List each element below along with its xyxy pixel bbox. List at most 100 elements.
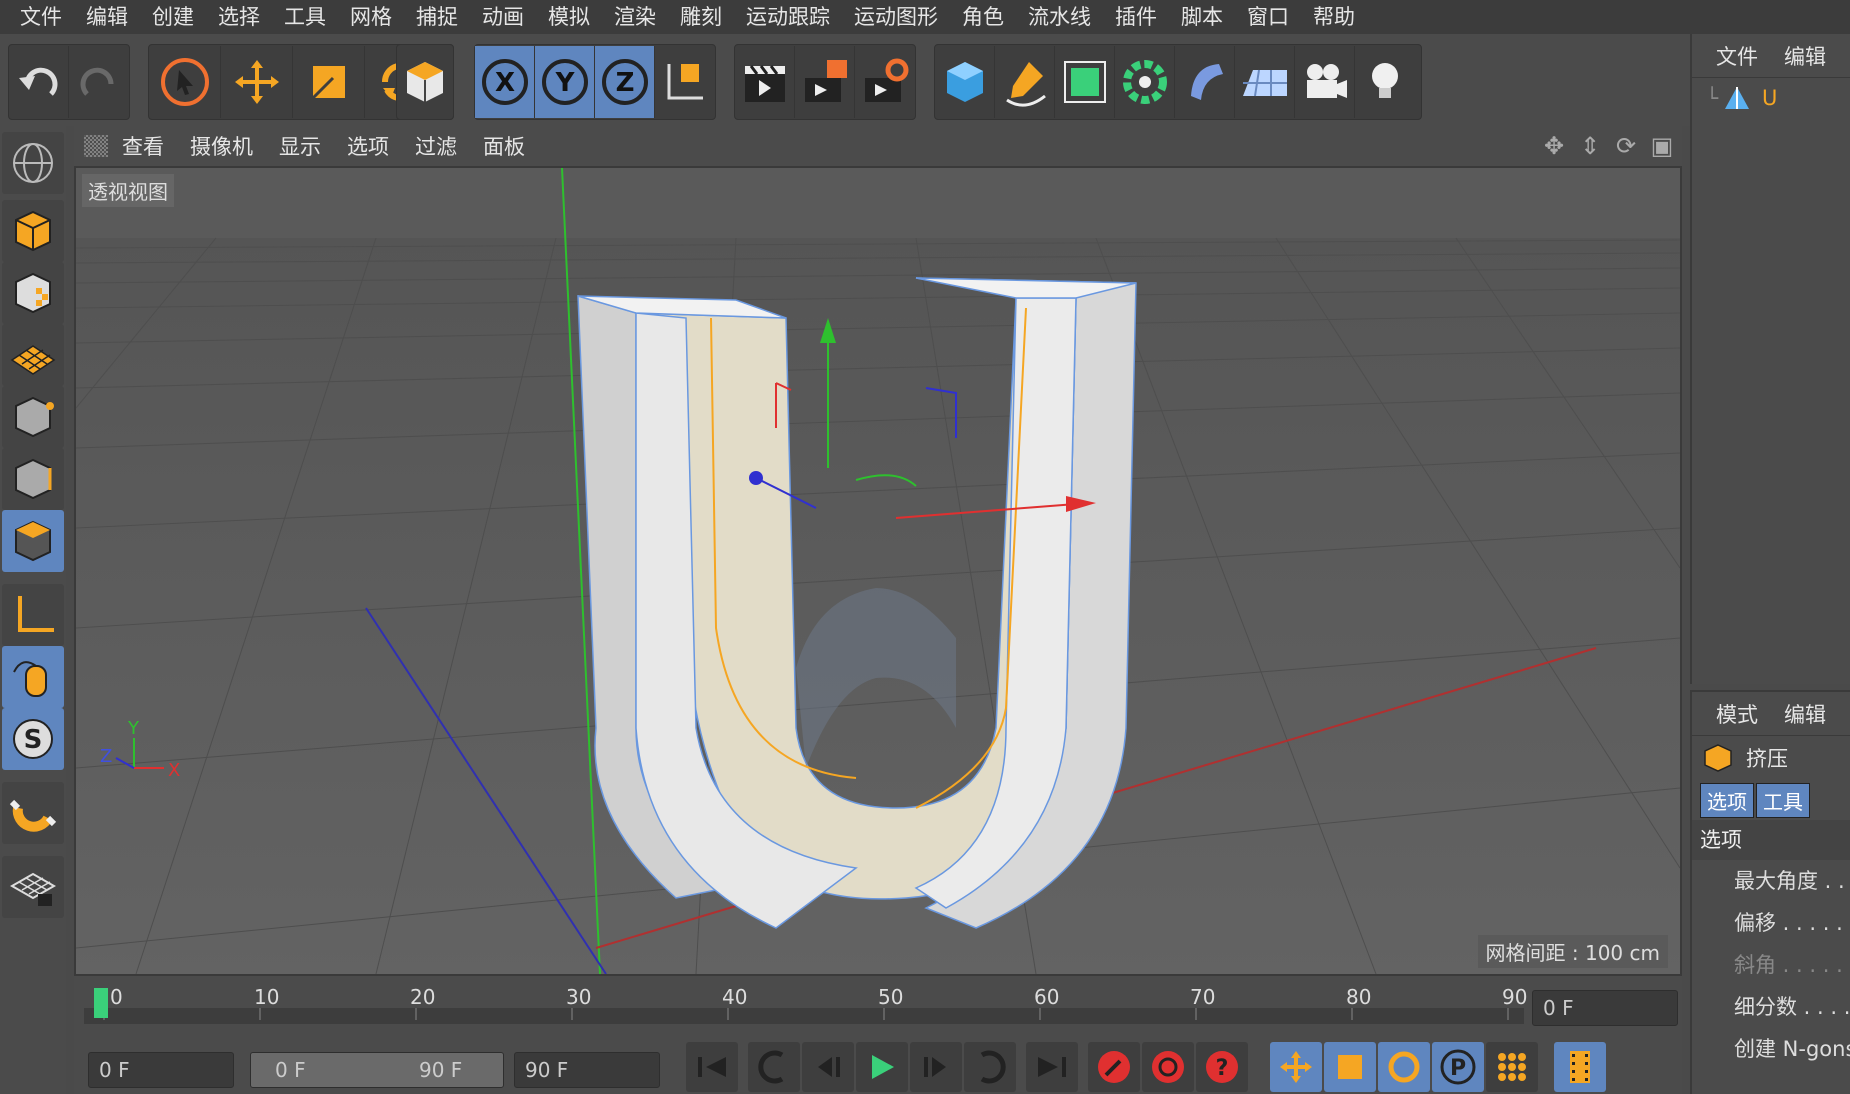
polygons-mode-button[interactable]	[2, 510, 64, 572]
previous-frame-button[interactable]	[802, 1042, 854, 1092]
keyframe-selection-button[interactable]: ?	[1196, 1042, 1248, 1092]
z-axis-lock-button[interactable]: Z	[595, 46, 655, 118]
subtab-options[interactable]: 选项	[1700, 782, 1754, 818]
points-mode-button[interactable]	[2, 386, 64, 448]
attr-offset[interactable]: 偏移 . . . . .	[1692, 902, 1850, 944]
cube-object-button[interactable]	[935, 46, 995, 118]
timeline-playhead[interactable]	[94, 988, 108, 1018]
attr-create-ngons[interactable]: 创建 N-gons	[1692, 1028, 1850, 1070]
panel-grip-icon[interactable]	[84, 135, 108, 157]
viewport-menu-options[interactable]: 选项	[347, 131, 389, 161]
objects-menu-file[interactable]: 文件	[1716, 41, 1758, 71]
attr-max-angle[interactable]: 最大角度 . .	[1692, 860, 1850, 902]
menu-item-3[interactable]: 选择	[206, 0, 272, 34]
cloner-button[interactable]	[1115, 46, 1175, 118]
subtab-tools[interactable]: 工具	[1756, 782, 1810, 818]
objects-menu-edit[interactable]: 编辑	[1784, 41, 1826, 71]
key-rotation-button[interactable]	[1378, 1042, 1430, 1092]
object-name-label[interactable]: U	[1762, 86, 1777, 110]
menu-item-7[interactable]: 动画	[470, 0, 536, 34]
preview-end-field[interactable]: 90 F	[514, 1052, 660, 1088]
object-row-u[interactable]: └ U	[1692, 78, 1850, 118]
make-editable-button[interactable]	[2, 132, 64, 194]
snap-button[interactable]	[2, 782, 64, 844]
y-axis-lock-button[interactable]: Y	[535, 46, 595, 118]
preview-range-slider[interactable]: 0 F 90 F	[250, 1052, 504, 1088]
subdivision-surface-button[interactable]	[1055, 46, 1115, 118]
preview-start-field[interactable]: 0 F	[88, 1052, 234, 1088]
render-view-button[interactable]	[735, 46, 795, 118]
record-keys-button[interactable]	[1088, 1042, 1140, 1092]
render-to-picture-viewer-button[interactable]	[795, 46, 855, 118]
deformer-button[interactable]	[1175, 46, 1235, 118]
current-frame-field[interactable]: 0 F	[1532, 990, 1678, 1026]
viewport-zoom-icon[interactable]: ⇕	[1576, 132, 1604, 160]
menu-item-15[interactable]: 插件	[1103, 0, 1169, 34]
render-settings-button[interactable]	[855, 46, 915, 118]
attributes-menu-mode[interactable]: 模式	[1716, 699, 1758, 729]
menu-item-10[interactable]: 雕刻	[668, 0, 734, 34]
edges-mode-button[interactable]	[2, 448, 64, 510]
viewport-rotate-icon[interactable]: ⟳	[1612, 132, 1640, 160]
perspective-viewport[interactable]: Y Z X 透视视图 网格间距 : 100 cm	[74, 166, 1682, 976]
viewport-menu-display[interactable]: 显示	[279, 131, 321, 161]
menu-item-2[interactable]: 创建	[140, 0, 206, 34]
x-axis-lock-button[interactable]: X	[475, 46, 535, 118]
texture-mode-button[interactable]	[2, 262, 64, 324]
tweak-mode-button[interactable]	[2, 646, 64, 708]
spline-pen-button[interactable]	[995, 46, 1055, 118]
scale-tool-button[interactable]	[293, 46, 365, 118]
menu-item-9[interactable]: 渲染	[602, 0, 668, 34]
key-point-level-button[interactable]	[1486, 1042, 1538, 1092]
menu-item-6[interactable]: 捕捉	[404, 0, 470, 34]
key-scale-button[interactable]	[1324, 1042, 1376, 1092]
viewport-maximize-icon[interactable]: ▣	[1648, 132, 1676, 160]
menu-item-8[interactable]: 模拟	[536, 0, 602, 34]
menu-item-1[interactable]: 编辑	[74, 0, 140, 34]
attributes-menu-edit[interactable]: 编辑	[1784, 699, 1826, 729]
timeline-ruler[interactable]: 0 10 20 30 40 50 60 70 80 90	[84, 976, 1544, 1038]
model-mode-button[interactable]	[2, 200, 64, 262]
timeline[interactable]: 0 10 20 30 40 50 60 70 80 90 0 F	[74, 976, 1682, 1038]
viewport-menu-filter[interactable]: 过滤	[415, 131, 457, 161]
key-parameter-button[interactable]: P	[1432, 1042, 1484, 1092]
menu-item-16[interactable]: 脚本	[1169, 0, 1235, 34]
gizmo-z-handle[interactable]	[749, 471, 763, 485]
undo-button[interactable]	[9, 46, 69, 118]
autokey-button[interactable]	[1142, 1042, 1194, 1092]
go-to-end-button[interactable]	[1026, 1042, 1078, 1092]
viewport-menu-camera[interactable]: 摄像机	[190, 131, 253, 161]
select-tool-button[interactable]	[149, 46, 221, 118]
floor-button[interactable]	[1235, 46, 1295, 118]
camera-button[interactable]	[1295, 46, 1355, 118]
axis-mode-button[interactable]	[2, 584, 64, 646]
menu-item-14[interactable]: 流水线	[1016, 0, 1103, 34]
menu-item-13[interactable]: 角色	[950, 0, 1016, 34]
previous-key-button[interactable]	[748, 1042, 800, 1092]
menu-item-18[interactable]: 帮助	[1301, 0, 1367, 34]
next-key-button[interactable]	[964, 1042, 1016, 1092]
redo-button[interactable]	[69, 46, 129, 118]
grid-lock-button[interactable]	[2, 856, 64, 918]
solo-mode-button[interactable]: S	[2, 708, 64, 770]
recent-tool-button[interactable]	[397, 46, 453, 118]
menu-item-11[interactable]: 运动跟踪	[734, 0, 842, 34]
workplane-mode-button[interactable]	[2, 324, 64, 386]
next-frame-button[interactable]	[910, 1042, 962, 1092]
viewport-pan-icon[interactable]: ✥	[1540, 132, 1568, 160]
move-tool-button[interactable]	[221, 46, 293, 118]
viewport-camera-label[interactable]: 透视视图	[82, 174, 174, 207]
viewport-menu-panel[interactable]: 面板	[483, 131, 525, 161]
menu-item-17[interactable]: 窗口	[1235, 0, 1301, 34]
viewport-menu-view[interactable]: 查看	[122, 131, 164, 161]
menu-item-12[interactable]: 运动图形	[842, 0, 950, 34]
menu-item-4[interactable]: 工具	[272, 0, 338, 34]
play-button[interactable]	[856, 1042, 908, 1092]
viewport-scene[interactable]: Y Z X	[76, 168, 1680, 974]
key-position-button[interactable]	[1270, 1042, 1322, 1092]
coordinate-system-button[interactable]	[655, 46, 715, 118]
attr-subdivision[interactable]: 细分数 . . . .	[1692, 986, 1850, 1028]
menu-item-0[interactable]: 文件	[8, 0, 74, 34]
light-button[interactable]	[1355, 46, 1415, 118]
timeline-window-button[interactable]	[1554, 1042, 1606, 1092]
